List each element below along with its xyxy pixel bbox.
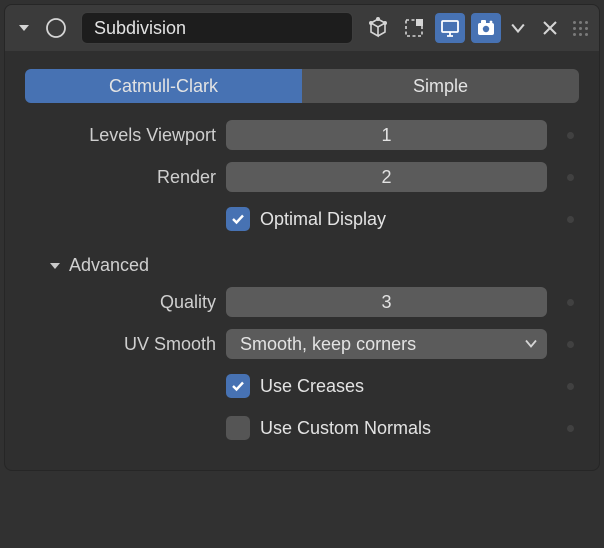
row-quality: Quality 3 [21, 284, 583, 320]
row-custom-normals: Use Custom Normals [21, 410, 583, 446]
modifier-type-icon[interactable] [41, 13, 71, 43]
realtime-display-icon[interactable] [435, 13, 465, 43]
collapse-toggle[interactable] [13, 13, 35, 43]
modifier-panel: Catmull-Clark Simple Levels Viewport 1 R… [4, 4, 600, 471]
dropdown-uv-smooth-value: Smooth, keep corners [240, 334, 416, 355]
row-viewport-levels: Levels Viewport 1 [21, 117, 583, 153]
label-quality: Quality [21, 292, 216, 313]
panel-body: Catmull-Clark Simple Levels Viewport 1 R… [5, 51, 599, 470]
section-advanced-toggle[interactable]: Advanced [21, 243, 583, 284]
anim-dot-uvsmooth[interactable] [567, 341, 574, 348]
input-quality[interactable]: 3 [226, 287, 547, 317]
drag-handle-icon[interactable] [569, 17, 591, 39]
extras-menu-icon[interactable] [507, 13, 529, 43]
anim-dot-quality[interactable] [567, 299, 574, 306]
anim-dot-creases[interactable] [567, 383, 574, 390]
panel-header [5, 5, 599, 51]
label-render: Render [21, 167, 216, 188]
input-viewport-levels[interactable]: 1 [226, 120, 547, 150]
row-uv-smooth: UV Smooth Smooth, keep corners [21, 326, 583, 362]
checkbox-use-creases[interactable] [226, 374, 250, 398]
edit-mode-icon[interactable] [399, 13, 429, 43]
subdivision-type-tabs: Catmull-Clark Simple [25, 69, 579, 103]
label-viewport: Levels Viewport [21, 125, 216, 146]
edit-cage-icon[interactable] [363, 13, 393, 43]
anim-dot-optimal[interactable] [567, 216, 574, 223]
delete-modifier-icon[interactable] [539, 13, 561, 43]
modifier-name-input[interactable] [81, 12, 353, 44]
checkbox-custom-normals[interactable] [226, 416, 250, 440]
checkbox-optimal-display[interactable] [226, 207, 250, 231]
chevron-down-icon [49, 260, 61, 272]
label-custom-normals: Use Custom Normals [260, 418, 431, 439]
tab-simple[interactable]: Simple [302, 69, 579, 103]
row-use-creases: Use Creases [21, 368, 583, 404]
anim-dot-normals[interactable] [567, 425, 574, 432]
render-display-icon[interactable] [471, 13, 501, 43]
label-uv-smooth: UV Smooth [21, 334, 216, 355]
anim-dot-render[interactable] [567, 174, 574, 181]
row-render-levels: Render 2 [21, 159, 583, 195]
dropdown-uv-smooth[interactable]: Smooth, keep corners [226, 329, 547, 359]
tab-catmull-clark[interactable]: Catmull-Clark [25, 69, 302, 103]
chevron-down-icon [525, 334, 537, 355]
label-use-creases: Use Creases [260, 376, 364, 397]
input-render-levels[interactable]: 2 [226, 162, 547, 192]
anim-dot-viewport[interactable] [567, 132, 574, 139]
label-optimal-display: Optimal Display [260, 209, 386, 230]
label-advanced: Advanced [69, 255, 149, 276]
row-optimal-display: Optimal Display [21, 201, 583, 237]
